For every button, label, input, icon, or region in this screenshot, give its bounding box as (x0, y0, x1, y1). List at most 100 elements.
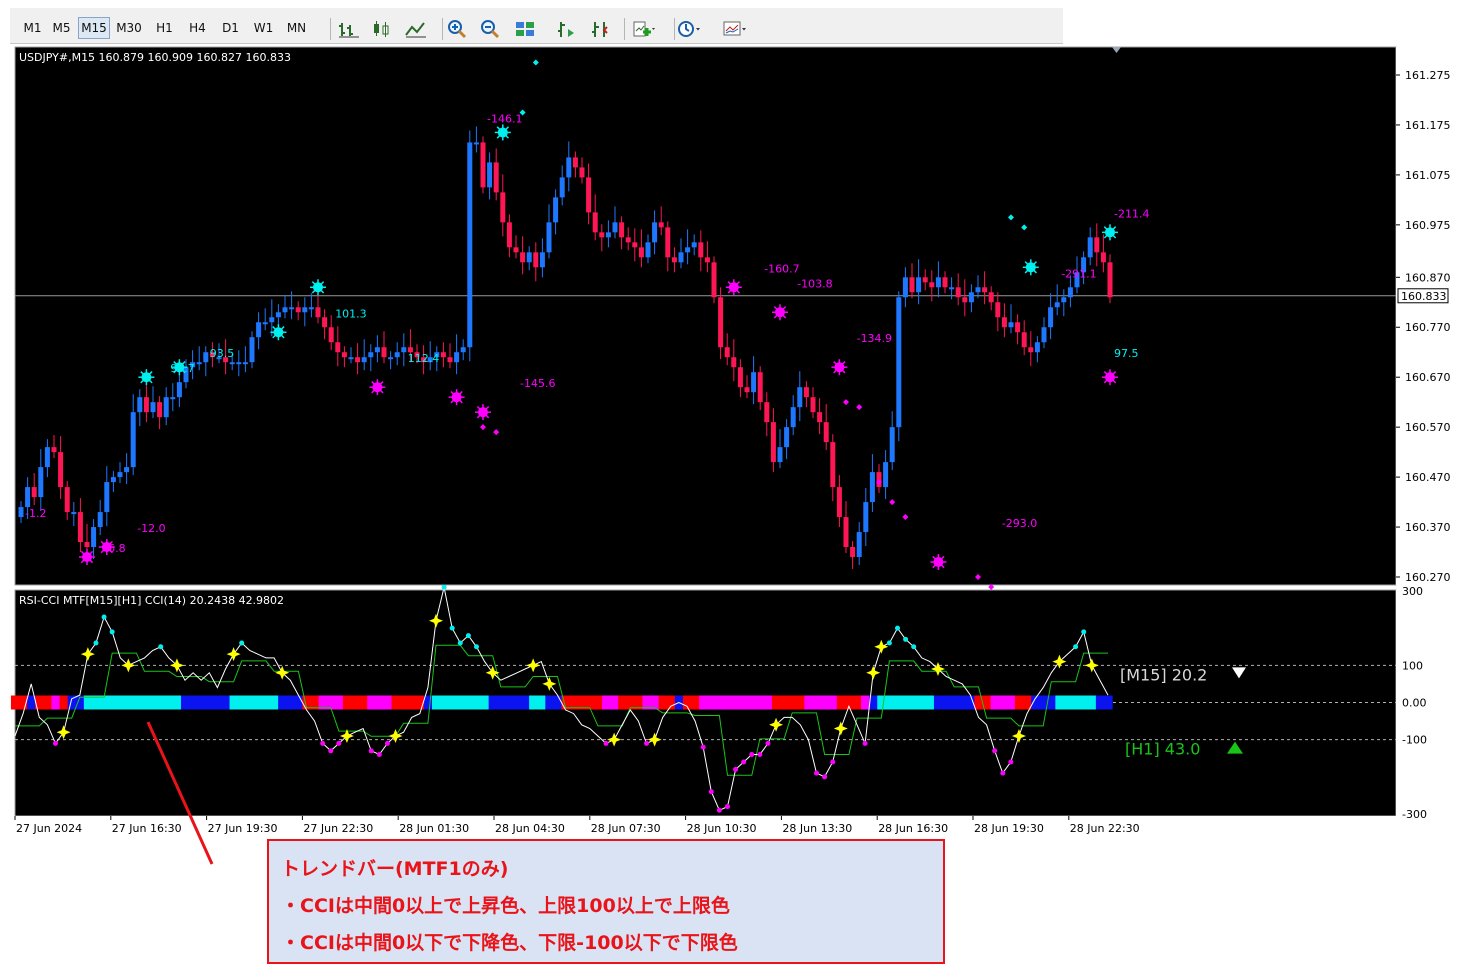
trend-bar-segment (917, 695, 927, 710)
candle-body (731, 357, 737, 368)
cci-low-dot (644, 740, 650, 746)
candle-body (533, 252, 539, 268)
trend-bar-segment (229, 695, 239, 710)
timeframe-m30[interactable]: M30 (110, 17, 148, 39)
zoom-in-icon[interactable] (446, 19, 470, 39)
auto-scroll-icon[interactable] (555, 19, 579, 39)
candle-body (645, 242, 651, 258)
price-label: 160.370 (1405, 521, 1451, 534)
candle-body (262, 322, 268, 325)
timeframe-m5[interactable]: M5 (45, 17, 78, 39)
candle-body (922, 277, 928, 283)
trend-bar-segment (399, 695, 409, 710)
candle-body (1107, 262, 1113, 298)
bar-chart-icon[interactable] (337, 19, 361, 39)
candle-body (1041, 327, 1047, 343)
candle-body (737, 367, 743, 388)
trend-bar-segment (383, 695, 393, 710)
trend-bar-segment (521, 695, 530, 710)
price-label: 160.570 (1405, 421, 1451, 434)
candle-body (599, 232, 605, 238)
timeframe-m1[interactable]: M1 (20, 17, 45, 39)
timeframe-mn[interactable]: MN (280, 17, 313, 39)
indicators-icon[interactable] (631, 19, 655, 39)
candle-body (1008, 322, 1014, 328)
candle-body (137, 397, 143, 413)
candle-body (143, 397, 149, 413)
line-chart-icon[interactable] (404, 19, 428, 39)
trend-bar-segment (237, 695, 247, 710)
trend-bar-segment (116, 695, 125, 710)
candle-body (955, 287, 961, 298)
chart-window[interactable]: 161.275 161.175 161.075 160.975 160.870 160.7… (10, 45, 1462, 838)
candle-body (1034, 342, 1040, 353)
templates-icon[interactable] (722, 19, 746, 39)
periods-clock-icon[interactable] (676, 19, 700, 39)
candle-body (381, 347, 387, 358)
candle-body (1067, 287, 1073, 298)
candle-body (896, 297, 902, 428)
candle-body (374, 347, 380, 353)
trend-bar-segment (958, 695, 967, 710)
trend-bar-segment (966, 695, 976, 710)
cci-low-dot (733, 766, 739, 772)
candle-body (572, 157, 578, 168)
candle-body (1021, 332, 1027, 348)
timeframe-h4[interactable]: H4 (181, 17, 214, 39)
cci-low-dot (368, 748, 374, 754)
trend-bar-segment (788, 695, 797, 710)
cci-low-dot (376, 752, 382, 758)
trend-bar-segment (933, 695, 943, 710)
cci-low-dot (765, 740, 771, 746)
timeframe-h1[interactable]: H1 (148, 17, 181, 39)
trend-bar-segment (43, 695, 53, 710)
candle-body (487, 162, 493, 188)
trend-bar-note: トレンドバー(MTF1のみ) ・CCIは中間0以上で上昇色、上限100以上で上限… (267, 839, 945, 964)
candle-body (322, 317, 328, 328)
candle-body (282, 307, 288, 313)
tile-windows-icon[interactable] (513, 19, 537, 39)
candle-body (18, 507, 24, 518)
trend-bar-segment (1087, 695, 1097, 710)
candle-body (586, 177, 592, 213)
candle-body (1001, 317, 1007, 328)
candle-body (579, 167, 585, 178)
trend-bar-segment (180, 695, 190, 710)
candle-body (909, 277, 915, 293)
candle-body (902, 277, 908, 298)
toolbar-separator (442, 18, 443, 40)
candle-body (25, 487, 31, 508)
timeframe-m15[interactable]: M15 (78, 17, 110, 39)
cci-low-dot (992, 748, 998, 754)
candlestick-icon[interactable] (370, 19, 394, 39)
chart-canvas[interactable]: 161.275 161.175 161.075 160.975 160.870 160.7… (10, 45, 1462, 838)
trend-bar-segment (156, 695, 166, 710)
trend-bar-segment (974, 695, 984, 710)
candle-body (836, 487, 842, 518)
candle-body (592, 212, 598, 233)
timeframe-w1[interactable]: W1 (247, 17, 280, 39)
candle-body (51, 447, 57, 453)
zoom-out-icon[interactable] (479, 19, 503, 39)
candle-body (942, 277, 948, 288)
trend-bar-segment (140, 695, 150, 710)
price-label: 160.270 (1405, 571, 1451, 584)
trend-bar-segment (666, 695, 676, 710)
trend-bar-segment (772, 695, 781, 710)
trend-bar-segment (593, 695, 603, 710)
trend-bar-segment (763, 695, 773, 710)
trend-bar-segment (496, 695, 506, 710)
timeframe-d1[interactable]: D1 (214, 17, 247, 39)
trend-bar-segment (529, 695, 538, 710)
trend-bar-segment (901, 695, 911, 710)
candle-body (1061, 297, 1067, 303)
candle-body (526, 252, 532, 263)
candle-body (652, 222, 658, 243)
candle-body (157, 402, 163, 418)
cci-low-dot (830, 759, 836, 765)
chart-shift-icon[interactable] (589, 19, 613, 39)
candle-body (850, 547, 856, 558)
price-label: 161.175 (1405, 119, 1451, 132)
candle-body (869, 472, 875, 503)
candle-body (968, 292, 974, 303)
